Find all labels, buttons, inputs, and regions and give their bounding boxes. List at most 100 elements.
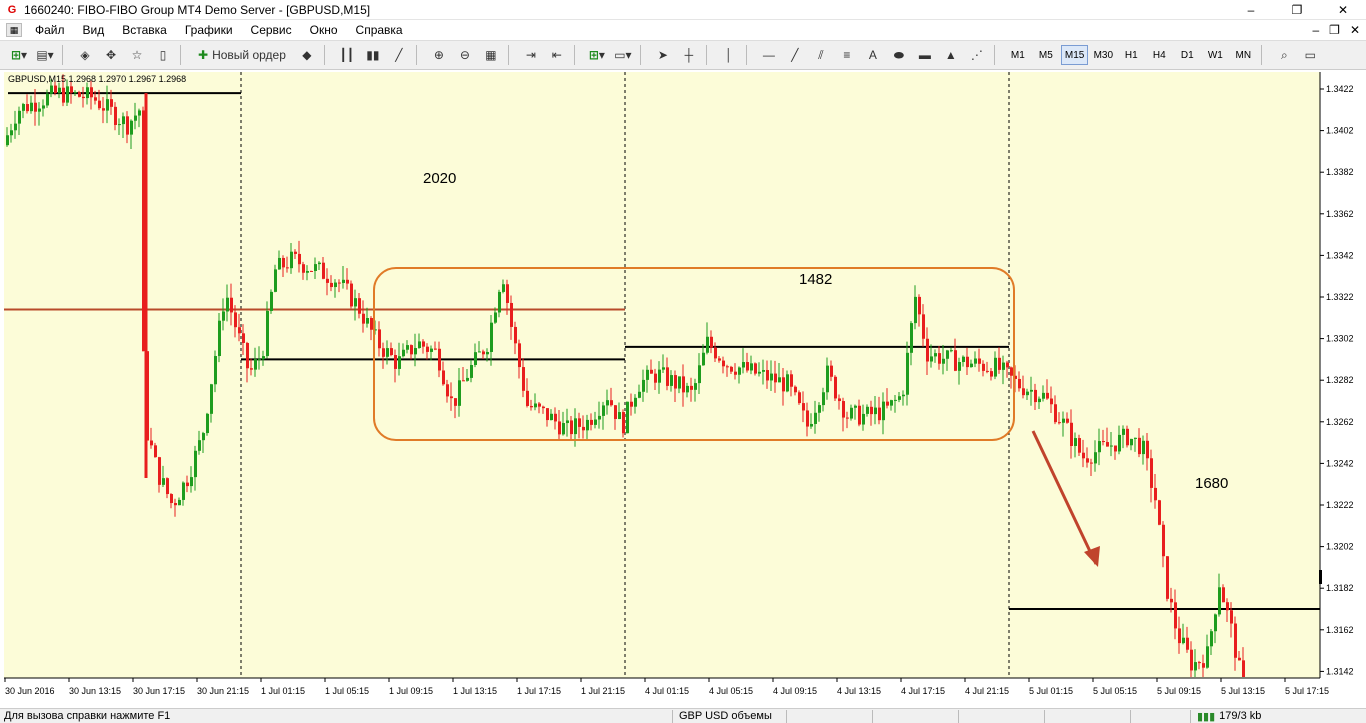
candle-body	[1054, 404, 1057, 423]
candle-body	[1066, 418, 1069, 423]
candle-body	[446, 384, 449, 397]
candlestick-icon[interactable]: ▮▮	[362, 44, 384, 66]
favorites-icon[interactable]: ☆	[126, 44, 148, 66]
terminal-icon[interactable]: ▯	[152, 44, 174, 66]
timeframe-mn[interactable]: MN	[1230, 45, 1256, 65]
autotrading-icon[interactable]: ◆	[296, 44, 318, 66]
auto-scroll-icon[interactable]: ⇥	[520, 44, 542, 66]
chart-shift-icon[interactable]: ⇤	[546, 44, 568, 66]
candle-body	[702, 352, 705, 366]
timeframe-d1[interactable]: D1	[1174, 45, 1200, 65]
candle-body	[994, 357, 997, 377]
bar-chart-icon[interactable]: ┃┃	[336, 44, 358, 66]
price-label: 1.3362	[1326, 209, 1354, 219]
timeframe-w1[interactable]: W1	[1202, 45, 1228, 65]
status-traffic: ▮▮▮ 179/3 kb	[1190, 709, 1267, 723]
time-label: 30 Jun 21:15	[197, 686, 249, 696]
candle-body	[458, 380, 461, 406]
candle-body	[382, 348, 385, 357]
profiles-icon[interactable]: ▤▾	[34, 44, 56, 66]
timeframe-m15[interactable]: M15	[1060, 45, 1089, 65]
candle-body	[454, 398, 457, 406]
price-chart[interactable]: 2020 1482 1680 GBPUSD,M15 1.2968 1.2970 …	[0, 70, 1366, 708]
trend-line-icon[interactable]: ╱	[784, 44, 806, 66]
equidistant-channel-icon[interactable]: ⫽	[810, 44, 832, 66]
fibonacci-icon[interactable]: ≡	[836, 44, 858, 66]
navigator-icon[interactable]: ✥	[100, 44, 122, 66]
candle-body	[254, 359, 257, 370]
menu-file[interactable]: Файл	[26, 23, 74, 37]
candle-body	[594, 419, 597, 425]
timeframe-h1[interactable]: H1	[1118, 45, 1144, 65]
chart-window-icon[interactable]: ▦	[6, 23, 22, 37]
triangle-icon[interactable]: ▲	[940, 44, 962, 66]
candle-body	[978, 358, 981, 364]
candle-body	[614, 405, 617, 420]
timeframe-h4[interactable]: H4	[1146, 45, 1172, 65]
price-label: 1.3222	[1326, 500, 1354, 510]
menu-tools[interactable]: Сервис	[242, 23, 301, 37]
status-profile: GBP USD объемы	[672, 709, 786, 723]
timeframe-m30[interactable]: M30	[1090, 45, 1116, 65]
candle-body	[922, 314, 925, 339]
candle-body	[406, 345, 409, 350]
text-tool-icon[interactable]: A	[862, 44, 884, 66]
mdi-close-button[interactable]: ✕	[1350, 23, 1360, 37]
candle-body	[1234, 623, 1237, 658]
candle-body	[1034, 389, 1037, 403]
periodicity-icon[interactable]: ▭▾	[612, 44, 634, 66]
mdi-minimize-button[interactable]: –	[1312, 23, 1319, 37]
candle-body	[982, 363, 985, 371]
candle-body	[490, 322, 493, 352]
rectangle-icon[interactable]: ▬	[914, 44, 936, 66]
menu-help[interactable]: Справка	[347, 23, 412, 37]
zoom-in-icon[interactable]: ⊕	[428, 44, 450, 66]
chat-icon[interactable]: ▭	[1299, 44, 1321, 66]
menu-window[interactable]: Окно	[301, 23, 347, 37]
candle-body	[6, 135, 9, 146]
annotation-1482[interactable]: 1482	[799, 271, 832, 288]
price-label: 1.3262	[1326, 417, 1354, 427]
menu-view[interactable]: Вид	[74, 23, 114, 37]
candle-body	[358, 298, 361, 314]
ellipse-icon[interactable]: ⬬	[888, 44, 910, 66]
search-icon[interactable]: ⌕	[1273, 44, 1295, 66]
candle-body	[354, 298, 357, 307]
mdi-restore-button[interactable]: ❐	[1329, 23, 1340, 37]
candle-body	[42, 105, 45, 109]
time-label: 4 Jul 13:15	[837, 686, 881, 696]
crosshair-icon[interactable]: ┼	[678, 44, 700, 66]
candle-body	[1166, 556, 1169, 599]
menu-insert[interactable]: Вставка	[113, 23, 176, 37]
fibo-fan-icon[interactable]: ⋰	[966, 44, 988, 66]
time-label: 5 Jul 05:15	[1093, 686, 1137, 696]
line-chart-icon[interactable]: ╱	[388, 44, 410, 66]
annotation-1680[interactable]: 1680	[1195, 475, 1228, 492]
close-button[interactable]: ✕	[1320, 0, 1366, 20]
candle-body	[246, 342, 249, 369]
menu-charts[interactable]: Графики	[176, 23, 242, 37]
indicators-icon[interactable]: ⊞ ▾	[586, 44, 608, 66]
new-order-button[interactable]: ✚ Новый ордер	[192, 44, 292, 66]
vertical-line-icon[interactable]: │	[718, 44, 740, 66]
minimize-button[interactable]: –	[1228, 0, 1274, 20]
candle-body	[122, 116, 125, 125]
tile-windows-icon[interactable]: ▦	[480, 44, 502, 66]
candle-body	[1226, 602, 1229, 611]
zoom-out-icon[interactable]: ⊖	[454, 44, 476, 66]
cursor-icon[interactable]: ➤	[652, 44, 674, 66]
maximize-button[interactable]: ❐	[1274, 0, 1320, 20]
timeframe-m1[interactable]: M1	[1005, 45, 1031, 65]
candle-body	[18, 110, 21, 124]
time-label: 4 Jul 17:15	[901, 686, 945, 696]
new-chart-icon[interactable]: ⊞ ▾	[8, 44, 30, 66]
annotation-2020[interactable]: 2020	[423, 170, 456, 187]
candle-body	[742, 362, 745, 368]
candle-body	[606, 400, 609, 406]
timeframe-m5[interactable]: M5	[1033, 45, 1059, 65]
candle-body	[546, 408, 549, 421]
market-watch-icon[interactable]: ◈	[74, 44, 96, 66]
horizontal-line-icon[interactable]: —	[758, 44, 780, 66]
chart-window[interactable]: 2020 1482 1680 GBPUSD,M15 1.2968 1.2970 …	[0, 70, 1366, 708]
candle-body	[158, 457, 161, 485]
